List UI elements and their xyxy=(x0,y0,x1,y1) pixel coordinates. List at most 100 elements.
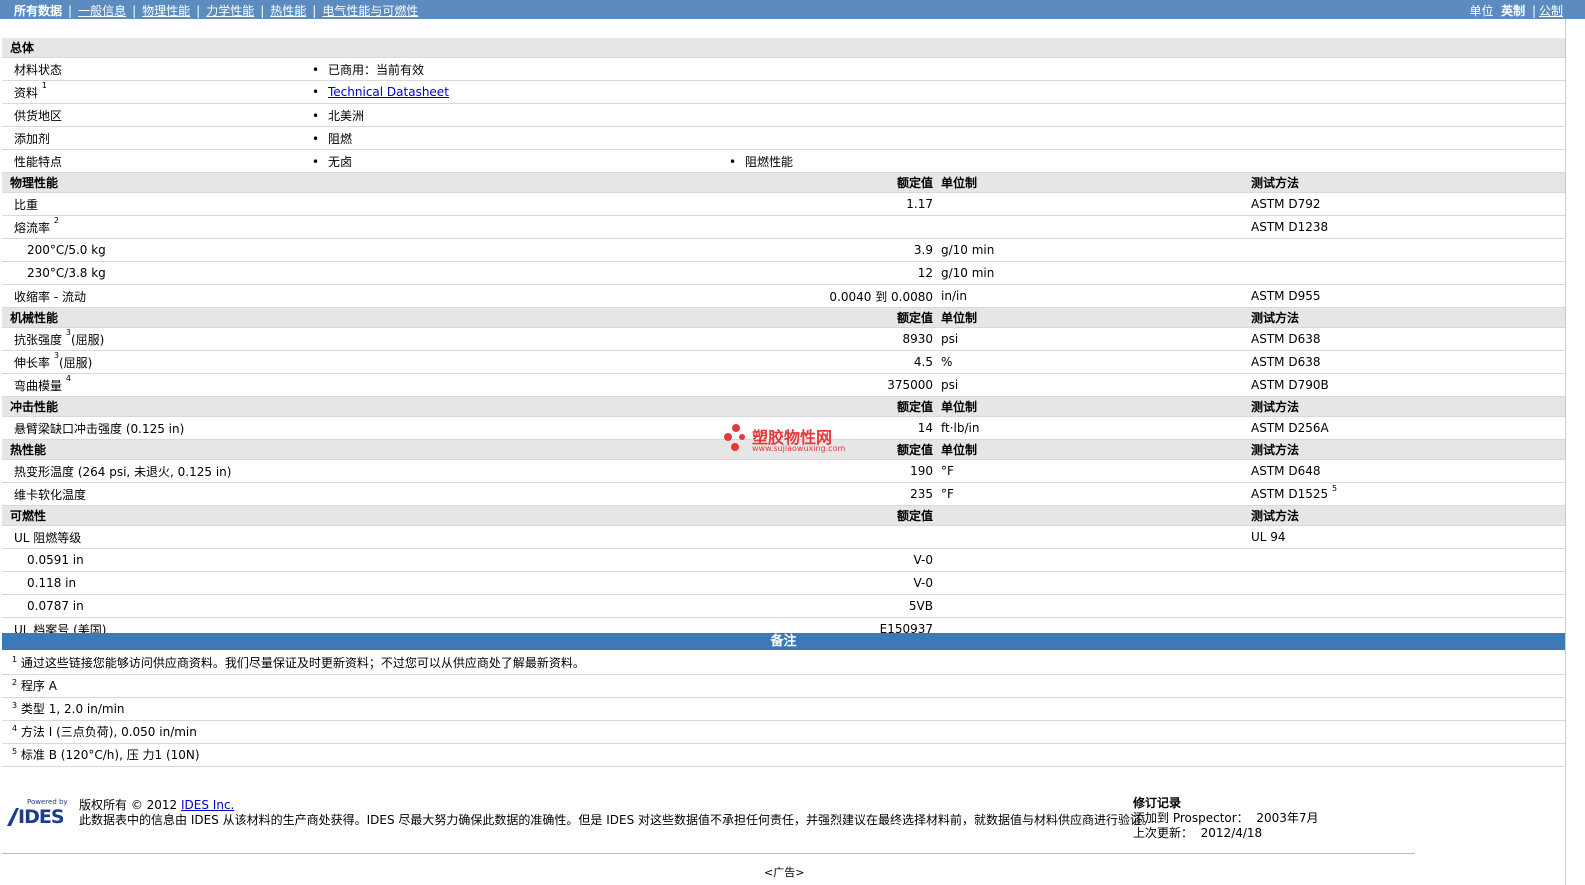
header-method: 测试方法 xyxy=(1249,307,1566,328)
row-unit: psi xyxy=(939,373,1249,397)
row-label: 弯曲模量 xyxy=(14,378,63,393)
ides-company-link[interactable]: IDES Inc. xyxy=(181,798,234,812)
row-unit: ft·lb/in xyxy=(939,416,1249,440)
updated-value: 2012/4/18 xyxy=(1200,826,1263,840)
technical-datasheet-link[interactable]: Technical Datasheet xyxy=(328,85,449,99)
header-method: 测试方法 xyxy=(1249,396,1566,417)
right-border xyxy=(1565,19,1566,885)
table-row: 维卡软化温度 235 °F ASTM D1525 5 xyxy=(2,482,1566,506)
ides-logo: Powered by IDES xyxy=(7,798,71,828)
row-method xyxy=(1249,261,1566,285)
table-row: 弯曲模量 4 375000 psi ASTM D790B xyxy=(2,373,1566,397)
datasheet-table: 总体 材料状态 • 已商用：当前有效 资料 1 • Technical Datash… xyxy=(2,38,1566,641)
section-title: 冲击性能 xyxy=(2,396,729,417)
units-label: 单位 xyxy=(1469,4,1494,18)
nav-physical[interactable]: 物理性能 xyxy=(142,4,190,18)
row-method xyxy=(1249,571,1566,595)
header-nominal: 额定值 xyxy=(729,307,939,328)
row-method: ASTM D256A xyxy=(1249,416,1566,440)
row-label: 悬臂梁缺口冲击强度 (0.125 in) xyxy=(2,416,729,440)
row-value xyxy=(729,525,939,549)
table-row: 收缩率 - 流动 0.0040 到 0.0080 in/in ASTM D955 xyxy=(2,284,1566,308)
note-item: 5 标准 B (120°C/h), 压 力1 (10N) xyxy=(2,744,1565,767)
row-label: 性能特点 xyxy=(2,149,312,173)
revision-history: 修订记录 添加到 Prospector： 2003年7月 上次更新： 2012/… xyxy=(1133,796,1319,841)
copyright-block: 版权所有 © 2012 IDES Inc. 此数据表中的信息由 IDES 从该材… xyxy=(79,798,1154,828)
row-method: ASTM D790B xyxy=(1249,373,1566,397)
row-unit: g/10 min xyxy=(939,261,1249,285)
row-suffix: (屈服) xyxy=(70,332,105,347)
row-value: 3.9 xyxy=(729,238,939,262)
section-title: 可燃性 xyxy=(2,505,729,526)
note-number: 5 xyxy=(12,747,18,756)
footnote-ref[interactable]: 1 xyxy=(42,81,47,90)
header-nominal: 额定值 xyxy=(729,172,939,193)
row-unit: in/in xyxy=(939,284,1249,308)
footnote-ref[interactable]: 3 xyxy=(66,328,71,337)
note-text: 类型 1, 2.0 in/min xyxy=(20,702,125,716)
section-general: 总体 xyxy=(2,38,1566,58)
nav-all-data[interactable]: 所有数据 xyxy=(14,4,62,18)
header-method: 测试方法 xyxy=(1249,505,1566,526)
row-value: 已商用：当前有效 xyxy=(328,62,425,77)
row-label: 添加剂 xyxy=(2,126,312,150)
row-value: 235 xyxy=(729,482,939,506)
row-value: V-0 xyxy=(729,548,939,572)
nav-electrical-flammability[interactable]: 电气性能与可燃性 xyxy=(322,4,418,18)
note-item: 3 类型 1, 2.0 in/min xyxy=(2,698,1565,721)
header-method: 测试方法 xyxy=(1249,172,1566,193)
row-unit: °F xyxy=(939,482,1249,506)
row-label: 230°C/3.8 kg xyxy=(2,261,729,285)
row-method xyxy=(1249,594,1566,618)
section-mechanical: 机械性能 额定值 单位制 测试方法 xyxy=(2,307,1566,328)
note-number: 2 xyxy=(12,678,18,687)
logo-name-text: IDES xyxy=(18,806,65,828)
note-item: 1 通过这些链接您能够访问供应商资料。我们尽量保证及时更新资料；不过您可以从供应… xyxy=(2,652,1565,675)
nav-mechanical[interactable]: 力学性能 xyxy=(206,4,254,18)
row-method: ASTM D648 xyxy=(1249,459,1566,483)
table-row: 性能特点 • 无卤 • 阻燃性能 xyxy=(2,149,1566,173)
row-label: 抗张强度 xyxy=(14,332,63,347)
row-label: 伸长率 xyxy=(14,355,51,370)
watermark-logo: 塑胶物性网 www.sujiaowuxing.com xyxy=(722,422,852,456)
table-row: 伸长率 3(屈服) 4.5 % ASTM D638 xyxy=(2,350,1566,374)
section-flammability: 可燃性 额定值 测试方法 xyxy=(2,505,1566,526)
row-label: 0.0591 in xyxy=(2,548,729,572)
nav-thermal[interactable]: 热性能 xyxy=(270,4,306,18)
row-label: 熔流率 xyxy=(14,220,51,235)
row-value: 阻燃性能 xyxy=(745,154,794,169)
row-method: ASTM D792 xyxy=(1249,192,1566,216)
header-unit: 单位制 xyxy=(939,396,1249,417)
row-label: 资料 xyxy=(14,85,39,100)
table-row: 比重 1.17 ASTM D792 xyxy=(2,192,1566,216)
section-title: 机械性能 xyxy=(2,307,729,328)
table-row: 0.0787 in 5VB xyxy=(2,594,1566,618)
row-value: 0.0040 到 0.0080 xyxy=(729,284,939,308)
row-label: 供货地区 xyxy=(2,103,312,127)
row-value: 375000 xyxy=(729,373,939,397)
footnote-ref[interactable]: 3 xyxy=(54,351,59,360)
row-method: ASTM D1525 xyxy=(1251,487,1329,501)
footnote-ref[interactable]: 2 xyxy=(54,216,59,225)
table-row: 添加剂 • 阻燃 xyxy=(2,126,1566,150)
updated-label: 上次更新： xyxy=(1133,826,1194,840)
footnote-ref[interactable]: 5 xyxy=(1332,484,1337,493)
bullet-icon: • xyxy=(312,108,320,123)
unit-english[interactable]: 英制 xyxy=(1501,4,1525,18)
unit-metric[interactable]: 公制 xyxy=(1539,4,1563,18)
note-number: 1 xyxy=(12,655,18,664)
row-value: 8930 xyxy=(729,327,939,351)
row-unit: % xyxy=(939,350,1249,374)
row-value: 阻燃 xyxy=(328,131,353,146)
row-unit: psi xyxy=(939,327,1249,351)
section-physical: 物理性能 额定值 单位制 测试方法 xyxy=(2,172,1566,193)
row-label: 比重 xyxy=(2,192,729,216)
row-unit xyxy=(939,215,1249,239)
footnote-ref[interactable]: 4 xyxy=(66,374,71,383)
nav-general-info[interactable]: 一般信息 xyxy=(78,4,126,18)
row-method: ASTM D955 xyxy=(1249,284,1566,308)
row-method: ASTM D1238 xyxy=(1249,215,1566,239)
row-value: 1.17 xyxy=(729,192,939,216)
unit-switcher: 单位 英制 | 公制 xyxy=(1469,4,1563,18)
note-number: 4 xyxy=(12,724,18,733)
